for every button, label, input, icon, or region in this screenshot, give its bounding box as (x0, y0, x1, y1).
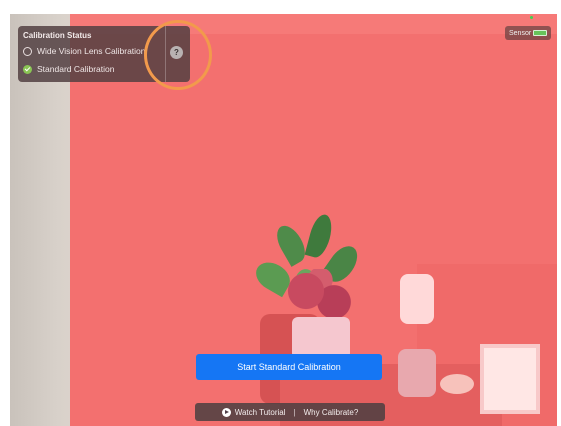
picture-frame (480, 344, 540, 414)
link-separator: | (293, 407, 296, 417)
why-calibrate-link[interactable]: Why Calibrate? (304, 408, 359, 417)
camera-frame: Sensor Calibration Status Wide Vision Le… (10, 14, 557, 426)
start-standard-calibration-button[interactable]: Start Standard Calibration (196, 354, 382, 380)
highlight-circle (144, 20, 212, 90)
help-links-bar: Watch Tutorial | Why Calibrate? (195, 403, 385, 421)
calibration-item-standard: Standard Calibration (23, 64, 115, 74)
play-icon (221, 407, 231, 417)
panel-title: Calibration Status (23, 31, 92, 40)
watch-tutorial-label: Watch Tutorial (234, 407, 286, 417)
pending-ring-icon (23, 46, 32, 56)
bowl (440, 374, 474, 394)
calibration-item-label: Wide Vision Lens Calibration (37, 46, 146, 56)
battery-icon (533, 30, 547, 36)
check-circle-icon (23, 64, 32, 74)
calibration-item-wide-vision: Wide Vision Lens Calibration (23, 46, 146, 56)
calibration-item-label: Standard Calibration (37, 64, 115, 74)
sensor-status: Sensor (505, 26, 551, 40)
watch-tutorial-link[interactable]: Watch Tutorial (221, 407, 286, 417)
jar (400, 274, 434, 324)
pink-pot (398, 349, 436, 397)
sensor-label: Sensor (509, 29, 532, 37)
camera-indicator-dot (530, 16, 533, 19)
flowers (285, 269, 355, 324)
